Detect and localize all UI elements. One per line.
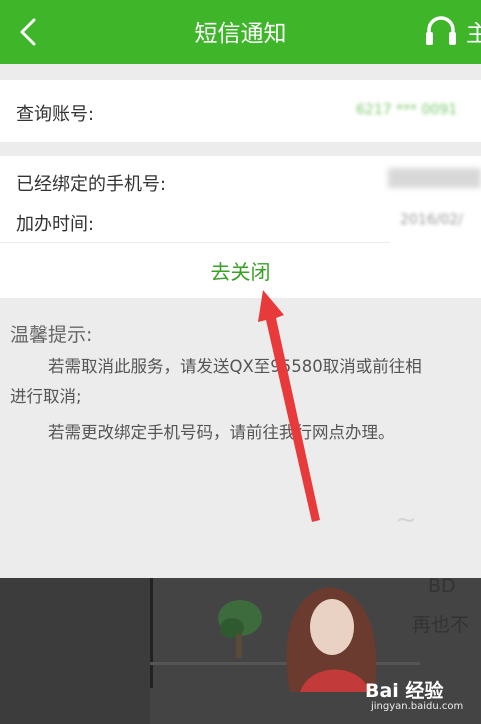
tip-line-1: 若需取消此服务，请发送QX至95580取消或前往相 [48, 357, 422, 376]
date-value: 2016/02/ [400, 212, 463, 228]
account-row: 查询账号: 6217 *** 0091 [0, 80, 481, 142]
app-header: 短信通知 主 [0, 0, 481, 64]
tip-line-2: 进行取消; [10, 387, 82, 406]
background-handwriting: ~ [395, 505, 417, 535]
plant-illustration [218, 600, 262, 658]
phone-label: 已经绑定的手机号: [16, 174, 167, 195]
header-right-label[interactable]: 主 [466, 14, 481, 48]
baidu-watermark: Bai 经验 jingyan.baidu.com [365, 676, 463, 712]
headset-icon[interactable] [424, 14, 458, 50]
background-handwriting-2: BD [428, 575, 456, 597]
account-label: 查询账号: [16, 104, 95, 125]
phone-value [388, 168, 481, 188]
tips-heading: 温馨提示: [10, 324, 93, 346]
close-service-button[interactable]: 去关闭 [0, 254, 481, 294]
watermark-url: jingyan.baidu.com [371, 701, 464, 712]
page-title: 短信通知 [194, 21, 287, 47]
dark-panel [0, 578, 150, 724]
account-value: 6217 *** 0091 [356, 102, 458, 118]
background-handwriting-3: 再也不 [412, 614, 470, 636]
watermark-brand: Bai 经验 [365, 680, 444, 702]
divider [0, 242, 390, 243]
date-label: 加办时间: [16, 214, 95, 235]
tip-line-3: 若需更改绑定手机号码，请前往我行网点办理。 [48, 423, 395, 442]
panel-edge [150, 578, 153, 688]
